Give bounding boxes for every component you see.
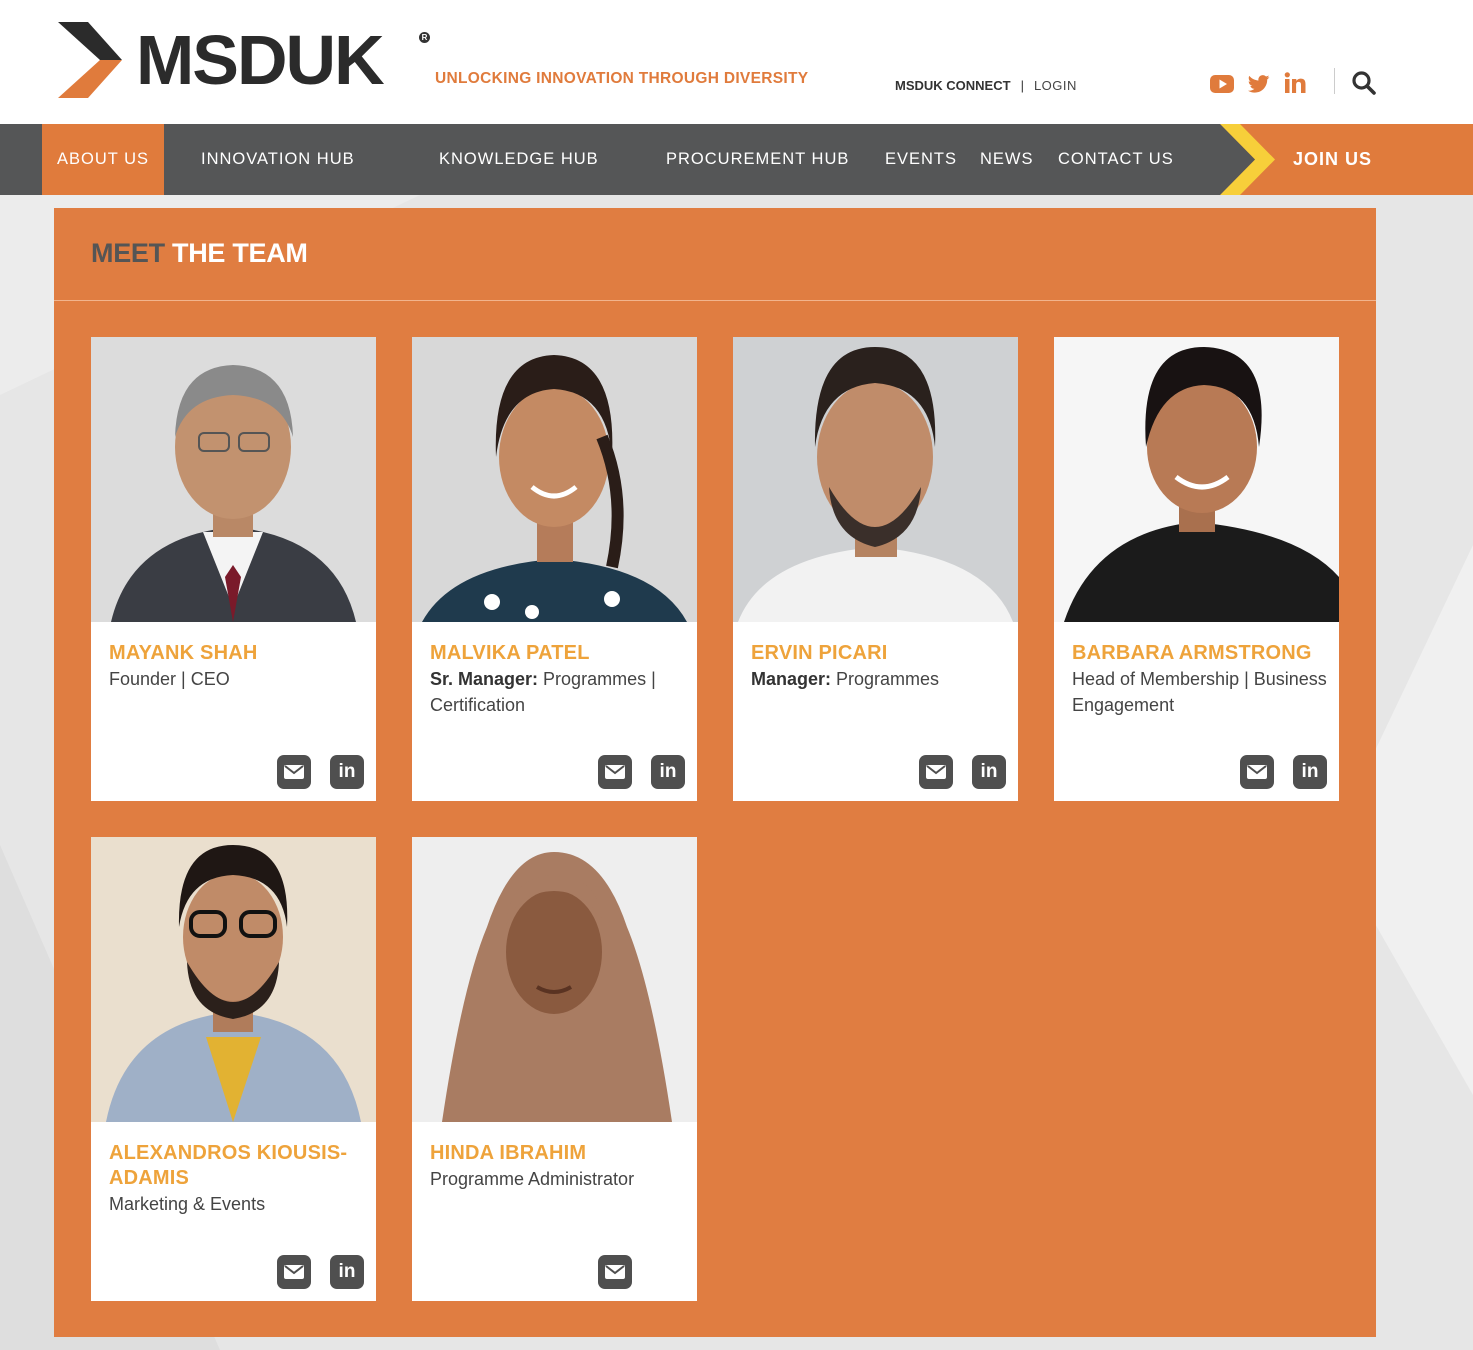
- team-member-role: Manager: Programmes: [751, 666, 1006, 692]
- team-member-name: MALVIKA PATEL: [430, 642, 590, 664]
- email-button[interactable]: [598, 755, 632, 789]
- team-member-name: ALEXANDROS KIOUSIS-ADAMIS: [109, 1142, 348, 1189]
- envelope-icon: [1247, 765, 1267, 779]
- team-member-role: Founder | CEO: [109, 666, 364, 692]
- section-title-part1: MEET: [91, 238, 165, 268]
- nav-contact-us[interactable]: CONTACT US: [1058, 124, 1174, 195]
- linkedin-button[interactable]: in: [972, 755, 1006, 789]
- email-button[interactable]: [598, 1255, 632, 1289]
- role-text: Programme Administrator: [430, 1169, 635, 1189]
- chevron-right-icon: [1220, 124, 1275, 195]
- msduk-connect-link[interactable]: MSDUK CONNECT: [895, 78, 1011, 93]
- nav-about-us[interactable]: ABOUT US: [42, 124, 165, 195]
- section-title: MEET THE TEAM: [91, 238, 308, 269]
- nav-knowledge-hub[interactable]: KNOWLEDGE HUB: [439, 124, 599, 195]
- role-text: Founder | CEO: [109, 669, 230, 689]
- team-member-photo: [91, 837, 376, 1122]
- linkedin-button[interactable]: in: [651, 755, 685, 789]
- role-text: Head of Membership | Business Engagement: [1072, 669, 1327, 715]
- envelope-icon: [926, 765, 946, 779]
- team-member-photo: [412, 837, 697, 1122]
- team-member-role: Sr. Manager: Programmes | Certification: [430, 666, 685, 718]
- team-card: ALEXANDROS KIOUSIS-ADAMIS Marketing & Ev…: [91, 837, 376, 1301]
- team-member-photo: [733, 337, 1018, 622]
- linkedin-icon[interactable]: [1284, 72, 1306, 94]
- email-button[interactable]: [277, 755, 311, 789]
- team-member-role: Head of Membership | Business Engagement: [1072, 666, 1327, 718]
- site-header: MSDUK R UNLOCKING INNOVATION THROUGH DIV…: [0, 0, 1473, 124]
- role-text: Marketing & Events: [109, 1194, 266, 1214]
- envelope-icon: [284, 1265, 304, 1279]
- nav-events[interactable]: EVENTS: [885, 124, 957, 195]
- team-member-name: ERVIN PICARI: [751, 642, 888, 664]
- team-member-photo: [412, 337, 697, 622]
- role-title: Manager:: [751, 669, 832, 689]
- linkedin-button[interactable]: in: [1293, 755, 1327, 789]
- team-member-name: MAYANK SHAH: [109, 642, 258, 664]
- nav-innovation-hub[interactable]: INNOVATION HUB: [201, 124, 355, 195]
- team-card: HINDA IBRAHIM Programme Administrator: [412, 837, 697, 1301]
- role-text: Programmes: [831, 669, 940, 689]
- nav-procurement-hub[interactable]: PROCUREMENT HUB: [666, 124, 849, 195]
- envelope-icon: [605, 765, 625, 779]
- nav-news[interactable]: NEWS: [980, 124, 1034, 195]
- team-panel: MEET THE TEAM MAYANK SHAH Founder | CEO: [54, 208, 1376, 1337]
- top-links-separator: |: [1020, 78, 1024, 93]
- twitter-icon[interactable]: [1248, 75, 1270, 93]
- team-member-name: HINDA IBRAHIM: [430, 1142, 587, 1164]
- tagline: UNLOCKING INNOVATION THROUGH DIVERSITY: [435, 70, 809, 87]
- email-button[interactable]: [277, 1255, 311, 1289]
- team-card: MALVIKA PATEL Sr. Manager: Programmes | …: [412, 337, 697, 801]
- envelope-icon: [605, 1265, 625, 1279]
- envelope-icon: [284, 765, 304, 779]
- team-member-role: Marketing & Events: [109, 1191, 364, 1217]
- section-title-part2: THE TEAM: [172, 238, 308, 268]
- linkedin-button[interactable]: in: [330, 755, 364, 789]
- top-links: MSDUK CONNECT | LOGIN: [895, 78, 1077, 93]
- role-title: Sr. Manager:: [430, 669, 539, 689]
- search-icon[interactable]: [1351, 70, 1377, 101]
- team-member-name: BARBARA ARMSTRONG: [1072, 642, 1312, 664]
- team-member-role: Programme Administrator: [430, 1166, 685, 1192]
- team-card: ERVIN PICARI Manager: Programmes in: [733, 337, 1018, 801]
- team-member-photo: [1054, 337, 1339, 622]
- email-button[interactable]: [919, 755, 953, 789]
- logo-wordmark[interactable]: MSDUK: [136, 22, 385, 98]
- team-card: BARBARA ARMSTRONG Head of Membership | B…: [1054, 337, 1339, 801]
- linkedin-button[interactable]: in: [330, 1255, 364, 1289]
- email-button[interactable]: [1240, 755, 1274, 789]
- login-link[interactable]: LOGIN: [1034, 78, 1077, 93]
- registered-mark: R: [419, 32, 430, 43]
- team-card: MAYANK SHAH Founder | CEO in: [91, 337, 376, 801]
- youtube-icon[interactable]: [1210, 75, 1234, 93]
- join-us-label[interactable]: JOIN US: [1293, 124, 1372, 195]
- team-member-photo: [91, 337, 376, 622]
- msduk-logo-icon[interactable]: [58, 22, 124, 98]
- main-navigation: ABOUT US INNOVATION HUB KNOWLEDGE HUB PR…: [0, 124, 1473, 195]
- section-divider: [54, 300, 1376, 301]
- header-divider: [1334, 68, 1335, 94]
